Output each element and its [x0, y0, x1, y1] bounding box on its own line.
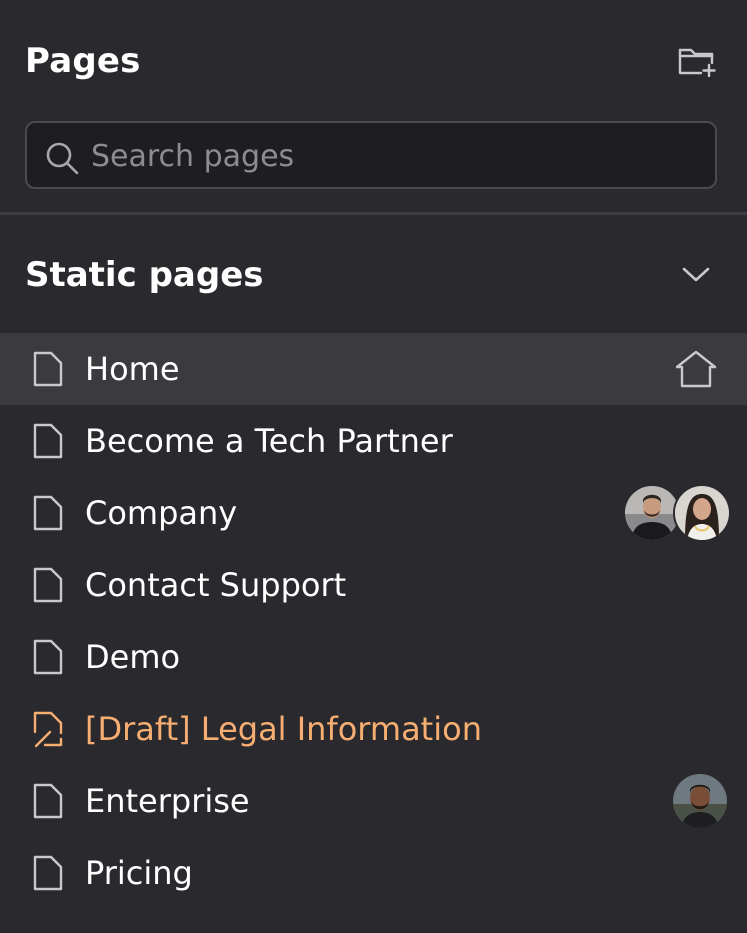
document-icon: [33, 495, 63, 531]
page-item-label: Pricing: [85, 854, 193, 892]
page-item-pricing[interactable]: Pricing: [0, 837, 747, 909]
document-icon: [33, 423, 63, 459]
search-icon: [46, 142, 79, 175]
page-item-label: Company: [85, 494, 238, 532]
new-folder-button[interactable]: [674, 41, 720, 81]
page-item-home[interactable]: Home: [0, 333, 747, 405]
folder-plus-icon: [678, 48, 716, 77]
avatar[interactable]: [671, 772, 729, 830]
search-box[interactable]: [25, 121, 717, 189]
page-item-label: Demo: [85, 638, 181, 676]
panel-header: Pages: [0, 0, 747, 120]
document-icon: [33, 351, 63, 387]
draft-document-icon: [33, 711, 63, 748]
page-item-label: Contact Support: [85, 566, 347, 604]
page-item-company[interactable]: Company: [0, 477, 747, 549]
page-item-become-a-tech-partner[interactable]: Become a Tech Partner: [0, 405, 747, 477]
page-item-label: Become a Tech Partner: [85, 422, 453, 460]
chevron-down-icon[interactable]: [680, 259, 712, 291]
document-icon: [33, 783, 63, 819]
document-icon: [33, 639, 63, 675]
page-item-label: [Draft] Legal Information: [85, 710, 482, 748]
divider: [0, 212, 747, 215]
page-item-contact-support[interactable]: Contact Support: [0, 549, 747, 621]
page-item-label: Home: [85, 350, 180, 388]
page-item-draft-legal-information[interactable]: [Draft] Legal Information: [0, 693, 747, 765]
page-item-label: Enterprise: [85, 782, 250, 820]
search-input[interactable]: [91, 133, 701, 179]
section-title: Static pages: [25, 255, 264, 295]
home-icon: [675, 350, 717, 388]
document-icon: [33, 855, 63, 891]
page-item-demo[interactable]: Demo: [0, 621, 747, 693]
page-list: Home Become a Tech Partner Company Conta…: [0, 333, 747, 909]
panel-title: Pages: [25, 41, 141, 81]
avatar[interactable]: [673, 484, 731, 542]
document-icon: [33, 567, 63, 603]
pages-panel: Pages Static pages Home: [0, 0, 747, 933]
static-pages-section-header[interactable]: Static pages: [0, 235, 747, 315]
page-item-enterprise[interactable]: Enterprise: [0, 765, 747, 837]
